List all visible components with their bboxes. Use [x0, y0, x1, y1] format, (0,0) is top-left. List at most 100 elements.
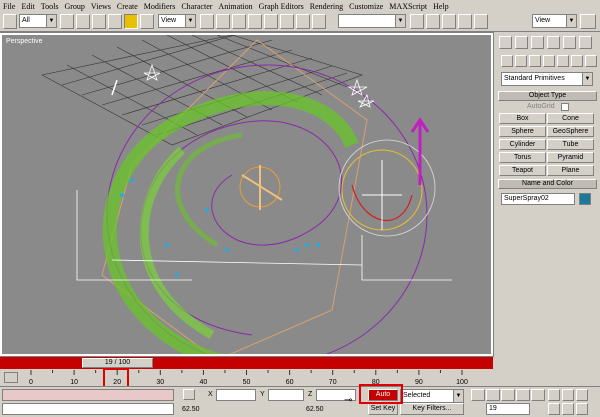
cameras-icon[interactable]: [543, 55, 555, 67]
menu-item[interactable]: Views: [91, 2, 111, 11]
menu-item[interactable]: Tools: [41, 2, 59, 11]
go-to-end-icon[interactable]: [531, 389, 545, 401]
select-by-name-icon[interactable]: [76, 14, 90, 29]
object-type-button[interactable]: Teapot: [499, 165, 546, 176]
render-frame-icon[interactable]: [580, 14, 596, 29]
lights-icon[interactable]: [529, 55, 541, 67]
zoom-all-icon[interactable]: [562, 389, 574, 401]
set-key-button[interactable]: Set Key: [368, 403, 398, 415]
key-mode-dropdown[interactable]: Selected ▼: [400, 389, 464, 403]
scale-icon[interactable]: [140, 14, 154, 29]
helpers-icon[interactable]: [557, 55, 569, 67]
select-object-icon[interactable]: [60, 14, 74, 29]
x-coordinate-field[interactable]: [216, 389, 256, 401]
pan-icon[interactable]: [562, 403, 574, 415]
shapes-icon[interactable]: [515, 55, 527, 67]
trackbar-toggle-icon[interactable]: [4, 372, 18, 383]
key-icon[interactable]: ⊸: [344, 395, 352, 406]
object-color-swatch[interactable]: [579, 193, 591, 205]
menu-item[interactable]: MAXScript: [389, 2, 427, 11]
object-type-button[interactable]: Cylinder: [499, 139, 546, 150]
create-tab-icon[interactable]: [499, 36, 512, 49]
menu-item[interactable]: Group: [64, 2, 84, 11]
named-selection-dropdown[interactable]: ▼: [338, 14, 406, 28]
previous-frame-icon[interactable]: [486, 389, 500, 401]
systems-icon[interactable]: [585, 55, 597, 67]
menu-item[interactable]: Animation: [218, 2, 252, 11]
menu-item[interactable]: Create: [117, 2, 138, 11]
name-and-color-rollout[interactable]: Name and Color: [498, 179, 597, 189]
snap-icon[interactable]: [216, 14, 230, 29]
maxscript-listener[interactable]: [2, 389, 174, 401]
hierarchy-tab-icon[interactable]: [531, 36, 544, 49]
timeline-ruler[interactable]: 0 10 20 30 40 50 60 70 80 90 100: [0, 370, 493, 386]
object-type-rollout[interactable]: Object Type: [498, 91, 597, 101]
zoom-extents-icon[interactable]: [576, 389, 588, 401]
space-warps-icon[interactable]: [571, 55, 583, 67]
time-slider-track[interactable]: [0, 357, 493, 369]
menu-item[interactable]: Modifiers: [144, 2, 176, 11]
object-type-button[interactable]: Sphere: [499, 126, 546, 137]
scene-graphic: [41, 35, 452, 354]
current-frame-field[interactable]: 19: [486, 403, 530, 415]
viewport-type-dropdown[interactable]: View ▼: [532, 14, 577, 28]
time-slider[interactable]: 19 / 100: [82, 358, 153, 368]
reference-coordinate-dropdown[interactable]: View ▼: [158, 14, 196, 28]
layer-icon[interactable]: [296, 14, 310, 29]
curve-editor-icon[interactable]: [312, 14, 326, 29]
zoom-icon[interactable]: [548, 389, 560, 401]
object-type-button[interactable]: Pyramid: [547, 152, 594, 163]
rotate-icon[interactable]: [124, 14, 138, 29]
render-type-icon[interactable]: [458, 14, 472, 29]
move-icon[interactable]: [108, 14, 122, 29]
menu-item[interactable]: Edit: [21, 2, 34, 11]
y-coordinate-field[interactable]: [268, 389, 304, 401]
autogrid-label: AutoGrid: [527, 103, 555, 110]
modify-tab-icon[interactable]: [515, 36, 528, 49]
autogrid-checkbox[interactable]: [561, 103, 569, 111]
selection-filter-dropdown[interactable]: All ▼: [19, 14, 57, 28]
object-type-button[interactable]: Plane: [547, 165, 594, 176]
render-scene-icon[interactable]: [426, 14, 440, 29]
prompt-line: [2, 403, 174, 415]
category-dropdown[interactable]: Standard Primitives ▼: [501, 72, 593, 86]
key-filters-button[interactable]: Key Filters...: [400, 403, 464, 415]
chevron-down-icon: ▼: [185, 15, 195, 27]
motion-tab-icon[interactable]: [547, 36, 560, 49]
go-to-start-icon[interactable]: [471, 389, 485, 401]
object-type-button[interactable]: Cone: [547, 113, 594, 124]
object-type-button[interactable]: Tube: [547, 139, 594, 150]
y-label: Y: [260, 391, 265, 398]
render-icon[interactable]: [474, 14, 488, 29]
perspective-viewport[interactable]: Perspective: [0, 32, 494, 357]
menu-item[interactable]: Help: [433, 2, 449, 11]
object-type-button[interactable]: GeoSphere: [547, 126, 594, 137]
menu-item[interactable]: Customize: [349, 2, 383, 11]
menu-item[interactable]: Graph Editors: [259, 2, 304, 11]
menu-item[interactable]: Rendering: [310, 2, 343, 11]
next-frame-icon[interactable]: [516, 389, 530, 401]
x-label: X: [208, 391, 213, 398]
field-of-view-icon[interactable]: [548, 403, 560, 415]
lock-selection-icon[interactable]: [183, 389, 195, 400]
object-type-button[interactable]: Box: [499, 113, 546, 124]
percent-snap-icon[interactable]: [248, 14, 262, 29]
angle-snap-icon[interactable]: [232, 14, 246, 29]
utilities-tab-icon[interactable]: [579, 36, 592, 49]
geometry-icon[interactable]: [501, 55, 513, 67]
material-editor-icon[interactable]: [410, 14, 424, 29]
region-select-icon[interactable]: [92, 14, 106, 29]
tick-label: 50: [243, 379, 251, 386]
mirror-icon[interactable]: [264, 14, 278, 29]
undo-icon[interactable]: [3, 14, 17, 29]
object-type-button[interactable]: Torus: [499, 152, 546, 163]
menu-item[interactable]: Character: [181, 2, 212, 11]
play-icon[interactable]: [501, 389, 515, 401]
menu-item[interactable]: File: [3, 2, 15, 11]
display-tab-icon[interactable]: [563, 36, 576, 49]
pivot-icon[interactable]: [200, 14, 214, 29]
object-name-field[interactable]: SuperSpray02: [501, 193, 575, 205]
arc-rotate-icon[interactable]: [576, 403, 588, 415]
align-icon[interactable]: [280, 14, 294, 29]
quick-render-icon[interactable]: [442, 14, 456, 29]
